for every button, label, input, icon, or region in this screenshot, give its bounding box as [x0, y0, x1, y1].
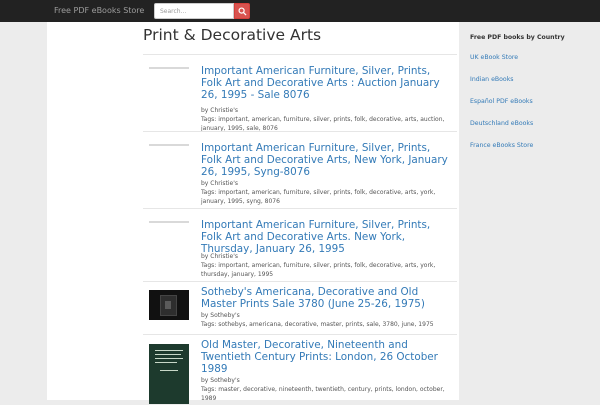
sidebar-link-india[interactable]: Indian eBooks [470, 76, 514, 83]
book-cover[interactable] [149, 221, 189, 223]
book-title-link[interactable]: Important American Furniture, Silver, Pr… [201, 219, 453, 255]
book-cover[interactable] [149, 67, 189, 69]
book-tags: Tags: master, decorative, nineteenth, tw… [201, 386, 445, 403]
book-author: by Christie's [201, 253, 239, 260]
book-cover[interactable] [149, 290, 189, 320]
book-meta: by Sotheby's Tags: master, decorative, n… [201, 376, 453, 404]
sidebar-link-espanol[interactable]: Español PDF eBooks [470, 98, 533, 105]
book-meta: by Christie's Tags: important, american,… [201, 252, 453, 280]
book-author: by Christie's [201, 180, 239, 187]
brand-link[interactable]: Free PDF eBooks Store [54, 0, 144, 22]
sidebar-heading: Free PDF books by Country [470, 34, 565, 41]
book-author: by Christie's [201, 107, 239, 114]
book-item: Important American Furniture, Silver, Pr… [143, 208, 457, 282]
book-meta: by Christie's Tags: important, american,… [201, 106, 453, 134]
sidebar-link-uk[interactable]: UK eBook Store [470, 54, 518, 61]
book-title-link[interactable]: Old Master, Decorative, Nineteenth and T… [201, 339, 453, 375]
book-item: Important American Furniture, Silver, Pr… [143, 54, 457, 132]
book-title-link[interactable]: Important American Furniture, Silver, Pr… [201, 65, 453, 101]
book-cover[interactable] [149, 144, 189, 146]
sidebar-link-deutschland[interactable]: Deutschland eBooks [470, 120, 533, 127]
top-navbar: Free PDF eBooks Store [0, 0, 600, 22]
search-button[interactable] [234, 3, 250, 19]
book-item: Important American Furniture, Silver, Pr… [143, 131, 457, 209]
book-tags: Tags: important, american, furniture, si… [201, 262, 436, 279]
book-cover[interactable] [149, 344, 189, 404]
page-title: Print & Decorative Arts [143, 26, 322, 44]
search-icon [238, 7, 247, 16]
book-title-link[interactable]: Important American Furniture, Silver, Pr… [201, 142, 453, 178]
book-tags: Tags: sothebys, americana, decorative, m… [201, 321, 434, 329]
sidebar-link-france[interactable]: France eBooks Store [470, 142, 533, 149]
book-meta: by Sotheby's Tags: sothebys, americana, … [201, 311, 453, 329]
book-title-link[interactable]: Sotheby's Americana, Decorative and Old … [201, 286, 453, 310]
book-tags: Tags: important, american, furniture, si… [201, 189, 436, 206]
book-item: Old Master, Decorative, Nineteenth and T… [143, 334, 457, 405]
book-author: by Sotheby's [201, 312, 240, 319]
book-item: Sotheby's Americana, Decorative and Old … [143, 281, 457, 335]
search-input[interactable] [154, 3, 234, 19]
book-author: by Sotheby's [201, 377, 240, 384]
book-meta: by Christie's Tags: important, american,… [201, 179, 453, 207]
main-content: Print & Decorative Arts Important Americ… [47, 22, 459, 404]
